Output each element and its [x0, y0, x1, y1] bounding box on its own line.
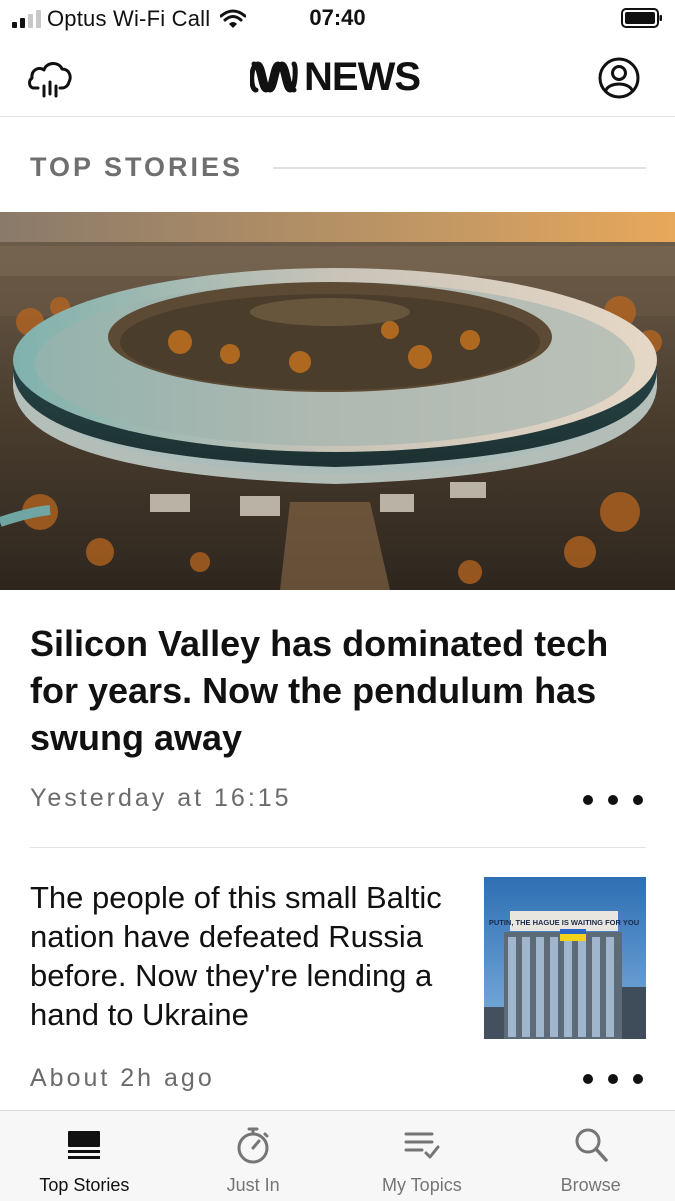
thumbnail-sign-text: PUTIN, THE HAGUE IS WAITING FOR YOU [489, 918, 639, 927]
tab-browse[interactable]: Browse [506, 1111, 675, 1201]
tab-label: My Topics [382, 1175, 462, 1195]
lead-story-more-options-icon[interactable] [583, 785, 643, 815]
tab-top-stories[interactable]: Top Stories [0, 1111, 169, 1201]
signal-icon [12, 10, 41, 28]
lead-story-image[interactable] [0, 212, 675, 590]
tab-just-in[interactable]: Just In [169, 1111, 338, 1201]
battery-icon [621, 8, 662, 28]
story-timestamp: About 2h ago [30, 1064, 215, 1092]
story-more-options-icon[interactable] [583, 1064, 643, 1094]
search-icon [575, 1128, 608, 1162]
section-heading-label: TOP STORIES [30, 152, 244, 182]
app-header: NEWS [0, 40, 675, 117]
logo-text: NEWS [304, 54, 421, 99]
my-topics-icon [404, 1132, 440, 1159]
top-stories-icon [68, 1131, 101, 1159]
tab-my-topics[interactable]: My Topics [338, 1111, 507, 1201]
abc-logo-mark [250, 61, 298, 93]
tab-bar: Top Stories Just In My Topics Browse [0, 1110, 675, 1201]
stopwatch-icon [237, 1127, 269, 1164]
weather-cloud-icon[interactable] [26, 56, 74, 100]
lead-story-headline[interactable]: Silicon Valley has dominated tech for ye… [30, 620, 630, 761]
tab-label: Top Stories [39, 1175, 130, 1195]
section-heading-rule [273, 166, 646, 169]
profile-icon[interactable] [597, 56, 641, 100]
story-headline[interactable]: The people of this small Baltic nation h… [30, 878, 470, 1034]
status-bar: Optus Wi-Fi Call 07:40 [0, 0, 675, 40]
wifi-icon [220, 9, 247, 28]
abc-news-logo[interactable]: NEWS [250, 54, 421, 100]
story-thumbnail[interactable]: PUTIN, THE HAGUE IS WAITING FOR YOU [484, 877, 646, 1039]
tab-label: Browse [560, 1175, 621, 1195]
carrier-name: Optus Wi-Fi Call [47, 6, 211, 31]
story-divider [30, 847, 646, 848]
lead-story-timestamp: Yesterday at 16:15 [30, 784, 292, 812]
section-heading: TOP STORIES [30, 152, 646, 183]
tab-label: Just In [226, 1175, 280, 1195]
carrier-group: Optus Wi-Fi Call [12, 6, 247, 32]
